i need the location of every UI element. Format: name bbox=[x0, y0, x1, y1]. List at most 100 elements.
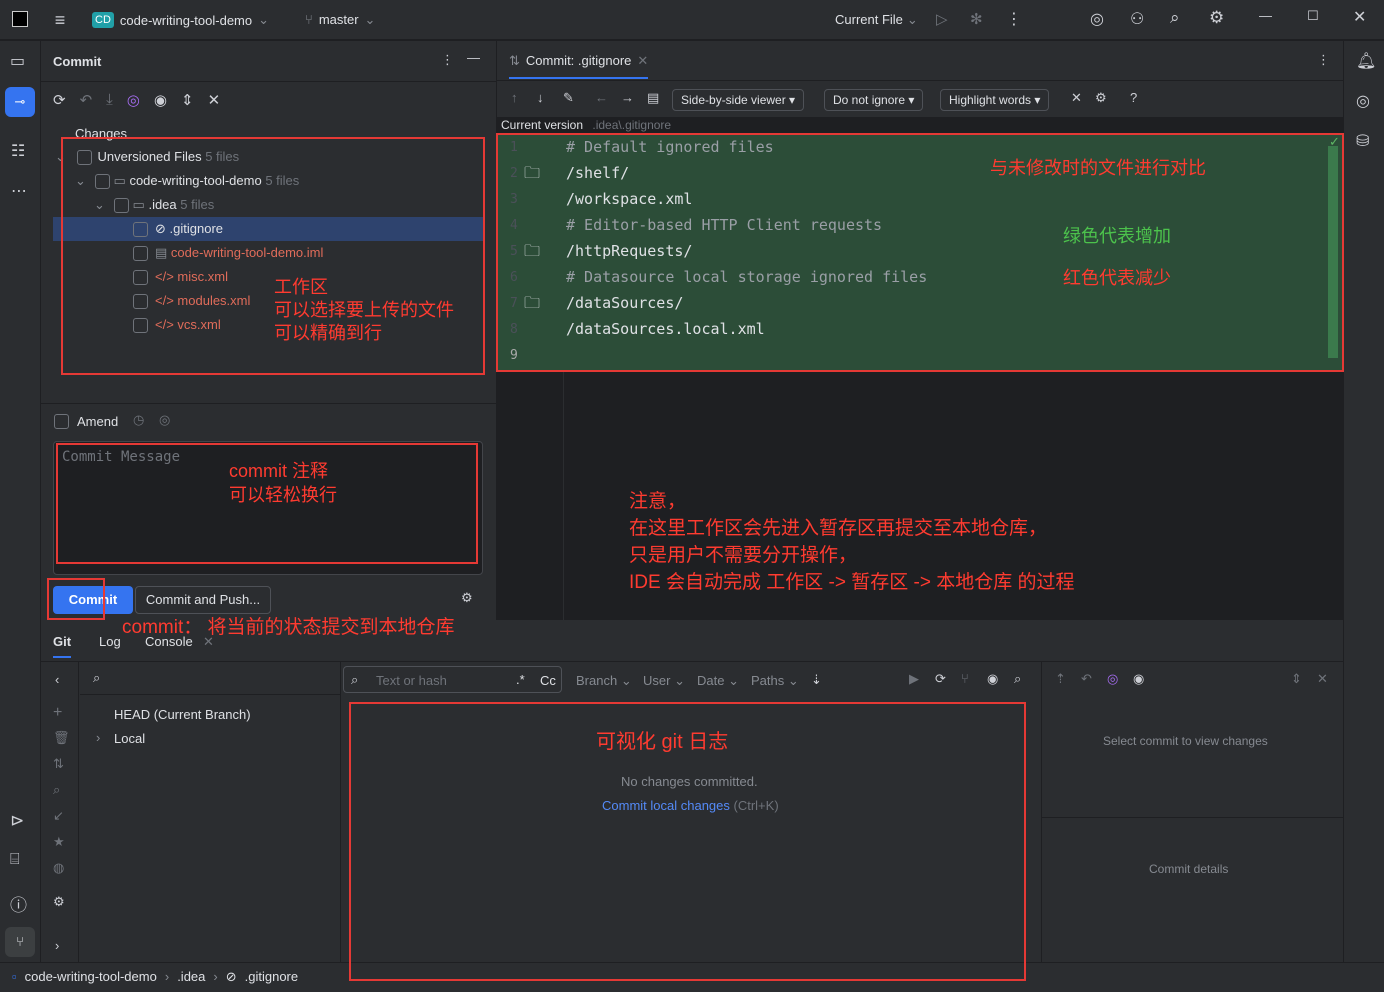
minimize-icon[interactable]: — bbox=[1259, 8, 1272, 23]
project-badge: CD bbox=[92, 12, 114, 28]
breadcrumb-folder[interactable]: .idea bbox=[177, 969, 205, 986]
sort-icon[interactable]: ⇣ bbox=[811, 672, 822, 688]
filter-paths[interactable]: Paths ⌄ bbox=[751, 673, 799, 689]
star-icon[interactable]: ★ bbox=[53, 834, 65, 850]
filter-branch[interactable]: Branch ⌄ bbox=[576, 673, 632, 689]
delete-icon[interactable]: 🗑︎ bbox=[53, 730, 70, 746]
filter-user[interactable]: User ⌄ bbox=[643, 673, 685, 689]
search-icon: ⌕ bbox=[351, 672, 359, 687]
ai-assistant-icon[interactable]: ◎ bbox=[1090, 9, 1104, 29]
cherry-pick-icon[interactable]: ▶ bbox=[909, 671, 919, 687]
commit-tool-icon[interactable]: ⊸ bbox=[5, 87, 35, 117]
add-icon[interactable]: + bbox=[53, 704, 62, 722]
more-tools-icon[interactable]: ⋯ bbox=[11, 181, 27, 201]
settings-icon[interactable]: ⚙ bbox=[53, 894, 65, 910]
main-menu-icon[interactable]: ≡ bbox=[50, 10, 70, 30]
filter-date[interactable]: Date ⌄ bbox=[697, 673, 739, 689]
search-icon[interactable]: ⌕ bbox=[53, 782, 60, 798]
branch-selector[interactable]: ⑂ master ⌄ bbox=[305, 12, 375, 28]
expand-all-icon[interactable]: ⇕ bbox=[181, 91, 194, 109]
annotation-box-diff bbox=[496, 133, 1344, 372]
services-icon[interactable]: ⊳ bbox=[10, 811, 24, 831]
fetch-icon[interactable]: ⇅ bbox=[53, 756, 64, 772]
commit-options-icon[interactable]: ⚙ bbox=[461, 590, 473, 606]
debug-icon[interactable]: ✻ bbox=[970, 10, 983, 28]
close-icon[interactable]: ✕ bbox=[1353, 7, 1366, 27]
diff-settings-icon[interactable]: ⚙ bbox=[1095, 90, 1107, 106]
refresh-icon[interactable]: ⟳ bbox=[53, 91, 66, 109]
back-icon[interactable]: ← bbox=[595, 90, 608, 105]
update-icon[interactable]: ⤓ bbox=[106, 91, 113, 109]
ignore-select[interactable]: Do not ignore ▾ bbox=[824, 89, 924, 111]
ai-icon[interactable]: ◎ bbox=[1107, 671, 1118, 687]
project-icon[interactable]: ▭ bbox=[10, 51, 25, 71]
viewer-select[interactable]: Side-by-side viewer ▾ bbox=[672, 89, 805, 111]
history-icon[interactable]: ◷ bbox=[133, 412, 144, 428]
problems-icon[interactable]: ⓘ bbox=[10, 891, 27, 916]
view-options-icon[interactable]: ◉ bbox=[154, 91, 167, 109]
revert-icon[interactable]: ↶ bbox=[1081, 671, 1092, 687]
eye-icon[interactable]: ◉ bbox=[987, 671, 998, 687]
more-icon[interactable]: ⋮ bbox=[1006, 9, 1022, 29]
amend-checkbox[interactable] bbox=[54, 414, 69, 429]
search-icon[interactable]: ⌕ bbox=[1170, 8, 1180, 28]
next-diff-icon[interactable]: ↓ bbox=[537, 90, 544, 105]
head-branch[interactable]: HEAD (Current Branch) bbox=[114, 707, 251, 722]
highlight-select[interactable]: Highlight words ▾ bbox=[940, 89, 1050, 111]
document-icon[interactable]: ▤ bbox=[647, 90, 659, 106]
collapse-icon[interactable]: ✕ bbox=[1317, 671, 1328, 687]
eye-icon[interactable]: ◉ bbox=[1133, 671, 1144, 687]
ai-icon[interactable]: ◎ bbox=[127, 91, 140, 109]
search-placeholder: Text or hash bbox=[376, 673, 447, 688]
settings-icon[interactable]: ⚙ bbox=[1209, 8, 1224, 28]
breadcrumb-project[interactable]: code-writing-tool-demo bbox=[25, 969, 157, 986]
prev-diff-icon[interactable]: ↑ bbox=[511, 90, 518, 105]
title-bar: ≡ CD code-writing-tool-demo ⌄ ⑂ master ⌄… bbox=[0, 0, 1384, 40]
collapse-icon[interactable]: ✕ bbox=[1071, 90, 1082, 106]
tab-git[interactable]: Git bbox=[53, 634, 72, 658]
pull-icon[interactable]: ⇡ bbox=[1055, 671, 1066, 687]
maximize-icon[interactable]: ☐ bbox=[1307, 8, 1319, 24]
structure-icon[interactable]: ☷ bbox=[11, 141, 25, 161]
run-icon[interactable]: ▷ bbox=[936, 10, 948, 28]
database-icon[interactable]: ⛁ bbox=[1356, 131, 1369, 151]
branch-search-icon[interactable]: ⌕ bbox=[93, 670, 100, 686]
tab-options-icon[interactable]: ⋮ bbox=[1317, 52, 1330, 68]
graph-icon[interactable]: ⑂ bbox=[961, 671, 969, 686]
globe-icon[interactable]: ◍ bbox=[53, 860, 64, 876]
refresh-icon[interactable]: ⟳ bbox=[935, 671, 946, 687]
help-icon[interactable]: ? bbox=[1130, 90, 1137, 105]
terminal-icon[interactable]: ⌸ bbox=[10, 851, 20, 869]
add-user-icon[interactable]: ⚇ bbox=[1130, 9, 1144, 29]
expand-icon[interactable]: ⇕ bbox=[1291, 671, 1302, 687]
tab-diff[interactable]: ⇅ Commit: .gitignore ✕ bbox=[509, 53, 649, 79]
local-branches[interactable]: Local bbox=[114, 731, 145, 746]
collapse-all-icon[interactable]: ✕ bbox=[208, 91, 221, 109]
find-icon[interactable]: ⌕ bbox=[1014, 671, 1021, 687]
notifications-icon[interactable]: 🔔︎ bbox=[1356, 51, 1376, 71]
pull-icon[interactable]: ↙ bbox=[53, 808, 64, 824]
annotation-commit: commit： 将当前的状态提交到本地仓库 bbox=[122, 617, 455, 638]
run-config-selector[interactable]: Current File ⌄ bbox=[835, 12, 918, 28]
git-tool-icon[interactable]: ⑂ bbox=[5, 927, 35, 957]
back-icon[interactable]: ‹ bbox=[55, 672, 59, 687]
case-toggle[interactable]: Cc bbox=[540, 673, 556, 688]
ai-icon[interactable]: ◎ bbox=[159, 412, 170, 428]
rollback-icon[interactable]: ↶ bbox=[80, 91, 93, 109]
hide-icon[interactable]: — bbox=[467, 50, 480, 65]
commit-and-push-button[interactable]: Commit and Push... bbox=[135, 586, 271, 614]
regex-toggle[interactable]: .* bbox=[516, 672, 525, 687]
options-icon[interactable]: ⋮ bbox=[441, 52, 454, 68]
ai-chat-icon[interactable]: ◎ bbox=[1356, 91, 1370, 111]
edit-icon[interactable]: ✎ bbox=[563, 90, 574, 106]
log-search-input[interactable]: ⌕ Text or hash .* Cc bbox=[343, 666, 562, 693]
expand-icon[interactable]: › bbox=[55, 938, 59, 953]
annotation-compare: 与未修改时的文件进行对比 bbox=[990, 158, 1206, 178]
breadcrumb-file[interactable]: .gitignore bbox=[245, 969, 298, 986]
annotation-note: 注意， 在这里工作区会先进入暂存区再提交至本地仓库， 只是用户不需要分开操作， … bbox=[629, 491, 1075, 593]
close-tab-icon[interactable]: ✕ bbox=[637, 53, 648, 69]
annotation-green: 绿色代表增加 bbox=[1063, 226, 1171, 246]
tab-log[interactable]: Log bbox=[99, 634, 121, 649]
forward-icon[interactable]: → bbox=[621, 90, 634, 105]
project-selector[interactable]: CD code-writing-tool-demo ⌄ bbox=[92, 9, 269, 31]
